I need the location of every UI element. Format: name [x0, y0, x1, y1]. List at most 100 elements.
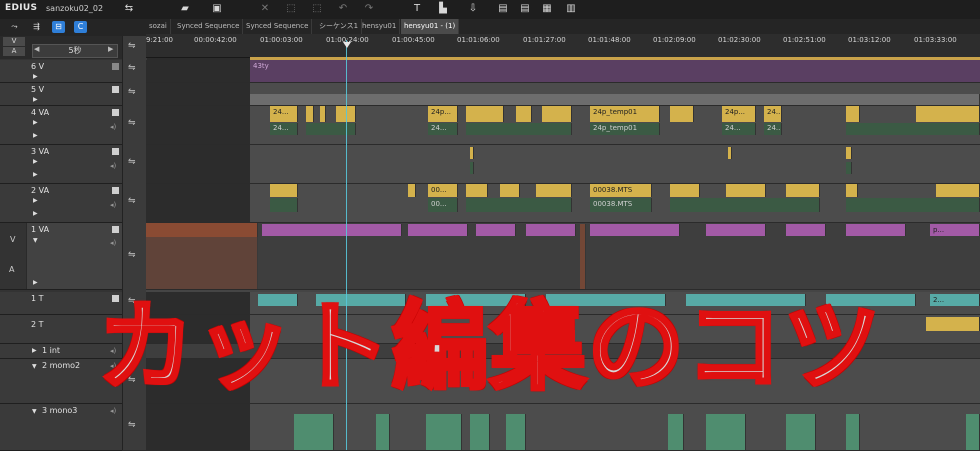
- clip[interactable]: [590, 224, 680, 236]
- delete-icon[interactable]: ⬚: [310, 3, 324, 15]
- redo-icon[interactable]: ↷: [362, 3, 376, 15]
- undo-icon[interactable]: ↶: [336, 3, 350, 15]
- tab-sequence1[interactable]: シーケンス1: [316, 19, 363, 34]
- clip[interactable]: [542, 106, 572, 122]
- clip-audio[interactable]: 24p_temp01: [590, 123, 660, 135]
- clip[interactable]: [500, 184, 520, 197]
- timeline-mode-icon[interactable]: ⇆: [122, 3, 136, 15]
- clip[interactable]: [846, 184, 858, 197]
- clip[interactable]: 24...: [764, 106, 782, 122]
- clip-audio[interactable]: [270, 198, 298, 212]
- clip-audio[interactable]: [668, 414, 684, 450]
- clip-audio[interactable]: 00038.MTS: [590, 198, 652, 212]
- track-header-2va[interactable]: 2 VA ▶ ▶ ◂): [0, 184, 122, 223]
- sync-icon[interactable]: ⇋: [128, 196, 136, 206]
- clip[interactable]: [670, 184, 700, 197]
- clip[interactable]: [846, 147, 852, 159]
- collapse-arrow-icon[interactable]: ▼: [33, 237, 38, 244]
- clip-audio[interactable]: 24...: [428, 123, 458, 135]
- clip[interactable]: [580, 224, 586, 289]
- side-a-label[interactable]: A: [9, 265, 14, 274]
- track-header-6v[interactable]: 6 V ▶: [0, 60, 122, 83]
- clip[interactable]: [726, 184, 766, 197]
- speaker-icon[interactable]: ◂): [110, 407, 116, 415]
- subtitle-icon[interactable]: ▤: [518, 3, 532, 15]
- clip-audio[interactable]: [846, 162, 852, 174]
- clip-audio[interactable]: [786, 414, 816, 450]
- clip[interactable]: 24p...: [722, 106, 756, 122]
- speaker-icon[interactable]: ◂): [110, 201, 116, 209]
- tab-synced-sequence[interactable]: Synced Sequence: [174, 19, 244, 34]
- clip-audio[interactable]: 00...: [428, 198, 458, 212]
- expand-arrow-icon[interactable]: ▶: [33, 158, 38, 165]
- track-header-4va[interactable]: 4 VA ▶ ▶ ◂): [0, 106, 122, 145]
- track-header-5v[interactable]: 5 V ▶: [0, 83, 122, 106]
- clip[interactable]: [320, 106, 326, 122]
- clip-audio[interactable]: [470, 414, 490, 450]
- mixer-icon[interactable]: ▥: [564, 3, 578, 15]
- speaker-icon[interactable]: ◂): [110, 239, 116, 247]
- clip-audio[interactable]: [466, 198, 572, 212]
- sync-icon[interactable]: ⇋: [128, 87, 136, 97]
- clip[interactable]: [728, 147, 732, 159]
- clip[interactable]: [916, 106, 980, 122]
- tab-hensyu01-1[interactable]: hensyu01 - (1): [401, 19, 460, 34]
- clip-audio[interactable]: [426, 414, 462, 450]
- clip[interactable]: 24p...: [428, 106, 458, 122]
- expand-arrow-icon[interactable]: ▶: [33, 171, 38, 178]
- export-icon[interactable]: ⇩: [466, 3, 480, 15]
- marker-icon[interactable]: ▤: [496, 3, 510, 15]
- speaker-icon[interactable]: ◂): [110, 123, 116, 131]
- clip[interactable]: [536, 184, 572, 197]
- scale-increase-icon[interactable]: ▶: [108, 45, 113, 53]
- sync-icon[interactable]: ⇋: [128, 118, 136, 128]
- snap-icon[interactable]: C: [74, 21, 87, 33]
- clip[interactable]: [846, 106, 860, 122]
- ripple-icon[interactable]: ⤳: [8, 21, 21, 33]
- clip-audio[interactable]: [146, 237, 258, 289]
- clip[interactable]: [466, 106, 504, 122]
- track-header-3mono3[interactable]: ▼ 3 mono3 ◂): [0, 404, 122, 451]
- clip-audio[interactable]: [466, 123, 572, 135]
- clip[interactable]: 00038.MTS: [590, 184, 652, 197]
- side-v-label[interactable]: V: [10, 235, 15, 244]
- clip-audio[interactable]: [846, 198, 980, 212]
- clip[interactable]: [146, 223, 258, 237]
- cut-icon[interactable]: ✕: [258, 3, 272, 15]
- expand-arrow-icon[interactable]: ▶: [33, 96, 38, 103]
- track-toggle-icon[interactable]: [112, 109, 119, 116]
- expand-arrow-icon[interactable]: ▶: [33, 279, 38, 286]
- clip-audio[interactable]: [846, 414, 860, 450]
- clip-audio[interactable]: [966, 414, 980, 450]
- clip-audio[interactable]: [294, 414, 334, 450]
- clip[interactable]: [466, 184, 488, 197]
- track-toggle-icon[interactable]: [112, 86, 119, 93]
- clip-audio[interactable]: [706, 414, 746, 450]
- scale-decrease-icon[interactable]: ◀: [34, 45, 39, 53]
- clip-audio[interactable]: 24...: [722, 123, 756, 135]
- clip[interactable]: [936, 184, 980, 197]
- clip-audio[interactable]: [376, 414, 390, 450]
- color-icon[interactable]: ▙: [436, 3, 450, 15]
- clip[interactable]: [476, 224, 516, 236]
- clip-audio[interactable]: 24...: [270, 123, 298, 135]
- track-toggle-icon[interactable]: [112, 63, 119, 70]
- timecode-ruler[interactable]: 9:21:00 00:00:42:00 01:00:03:00 01:00:24…: [146, 34, 980, 58]
- sync-icon[interactable]: ⇋: [128, 41, 136, 51]
- sync-icon[interactable]: ⇋: [128, 63, 136, 73]
- clip[interactable]: [786, 184, 820, 197]
- title-icon[interactable]: T: [410, 3, 424, 15]
- clip[interactable]: [526, 224, 576, 236]
- tab-sozai[interactable]: sozai: [146, 19, 171, 34]
- track-toggle-icon[interactable]: [112, 226, 119, 233]
- clip-audio[interactable]: [670, 198, 820, 212]
- clip-audio[interactable]: [306, 123, 356, 135]
- clip[interactable]: [670, 106, 694, 122]
- expand-arrow-icon[interactable]: ▶: [33, 73, 38, 80]
- expand-arrow-icon[interactable]: ▶: [33, 210, 38, 217]
- clip[interactable]: [846, 224, 906, 236]
- save-icon[interactable]: ▣: [210, 3, 224, 15]
- folder-open-icon[interactable]: ▰: [178, 3, 192, 15]
- clip-audio[interactable]: [846, 123, 980, 135]
- sync-icon[interactable]: ⇋: [128, 157, 136, 167]
